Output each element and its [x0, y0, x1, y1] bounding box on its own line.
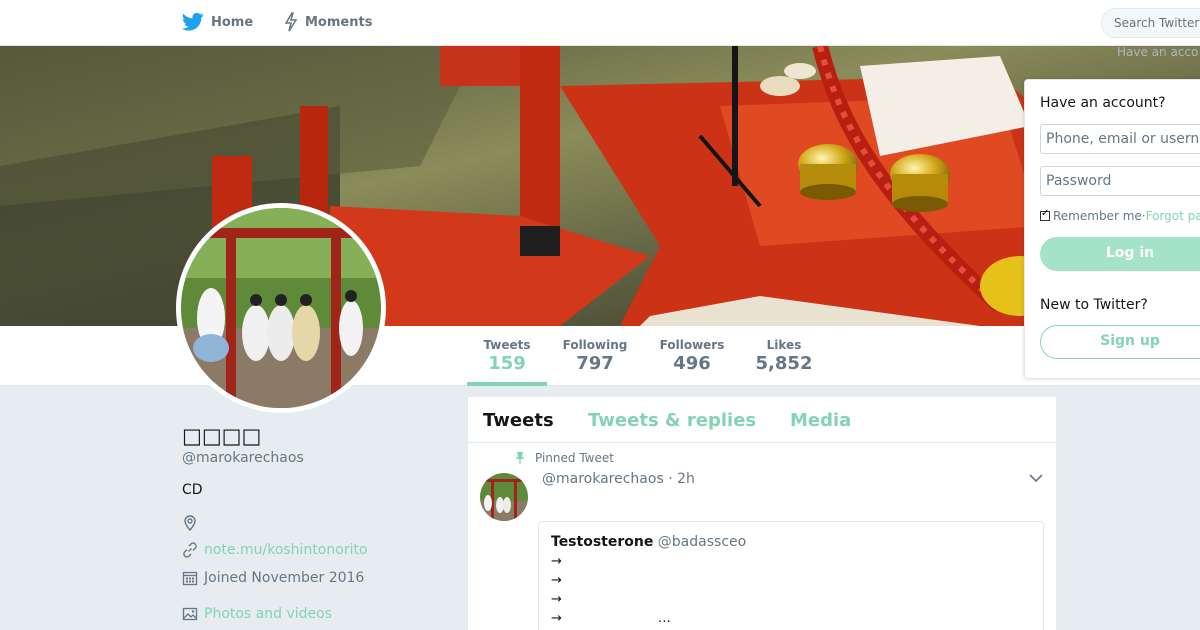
- have-account-hint: Have an acco: [1117, 45, 1199, 59]
- stat-following-value: 797: [576, 353, 614, 374]
- link-icon: [183, 542, 197, 558]
- profile-avatar[interactable]: [176, 203, 386, 413]
- stat-following-label: Following: [562, 338, 628, 352]
- calendar-icon: [182, 571, 198, 586]
- forgot-password-link[interactable]: Forgot password?: [1146, 209, 1200, 223]
- profile-bio: CD: [182, 482, 203, 498]
- quoted-ellipsis: …: [657, 611, 671, 626]
- top-nav: Home Moments Search Twitter: [0, 0, 1200, 46]
- nav-home-label: Home: [211, 14, 254, 30]
- stat-likes[interactable]: Likes 5,852: [744, 338, 824, 374]
- remember-me-row: Remember me · Forgot password?: [1040, 208, 1200, 223]
- tab-tweets-replies[interactable]: Tweets & replies: [588, 410, 756, 431]
- profile-joined-text: Joined November 2016: [204, 570, 365, 586]
- nav-home[interactable]: Home: [182, 12, 253, 32]
- tweet-avatar[interactable]: [480, 473, 528, 521]
- pinned-text: Pinned Tweet: [535, 451, 614, 465]
- twitter-bird-icon: [182, 12, 204, 31]
- tab-tweets[interactable]: Tweets: [483, 410, 554, 431]
- stat-likes-label: Likes: [766, 338, 802, 352]
- photos-videos-link[interactable]: Photos and videos: [204, 606, 332, 622]
- profile-photos[interactable]: Photos and videos: [182, 606, 332, 622]
- profile-link[interactable]: note.mu/koshintonorito: [204, 542, 368, 558]
- stat-tweets-value: 159: [488, 353, 526, 374]
- signup-button[interactable]: Sign up: [1040, 325, 1200, 359]
- login-dropdown: Have an account? Phone, email or usernam…: [1024, 79, 1200, 379]
- new-to-twitter-label: New to Twitter?: [1040, 297, 1148, 313]
- pin-icon: [516, 452, 524, 464]
- tweet-header[interactable]: @marokarechaos · 2h: [542, 471, 695, 487]
- quoted-line: →…: [551, 609, 1031, 628]
- nav-moments[interactable]: Moments: [284, 12, 372, 32]
- password-field[interactable]: Password: [1040, 166, 1200, 196]
- remember-me-checkbox[interactable]: [1040, 208, 1050, 221]
- stat-followers[interactable]: Followers 496: [652, 338, 732, 374]
- quoted-arrow: →: [551, 611, 562, 626]
- image-icon: [182, 607, 198, 621]
- profile-name[interactable]: □□□□: [182, 424, 261, 448]
- timeline-tabs: Tweets Tweets & replies Media: [468, 397, 1056, 443]
- chevron-down-icon[interactable]: [1029, 473, 1043, 483]
- login-button[interactable]: Log in: [1040, 237, 1200, 271]
- profile-handle[interactable]: @marokarechaos: [182, 450, 304, 466]
- quoted-author-name: Testosterone: [551, 534, 654, 550]
- location-icon: [184, 515, 196, 531]
- quoted-author-handle: @badassceo: [657, 534, 747, 550]
- timeline: Tweets Tweets & replies Media Pinned Twe…: [468, 397, 1056, 630]
- profile-location: [182, 515, 204, 531]
- stat-followers-value: 496: [673, 353, 711, 374]
- search-input[interactable]: Search Twitter: [1101, 8, 1200, 38]
- quoted-line: →: [551, 573, 562, 588]
- stat-likes-value: 5,852: [755, 353, 813, 374]
- profile-joined: Joined November 2016: [182, 570, 364, 586]
- stat-tweets[interactable]: Tweets 159: [467, 338, 547, 386]
- profile-website: note.mu/koshintonorito: [182, 542, 368, 558]
- quoted-line: →: [551, 592, 562, 607]
- quoted-tweet-body: → → → →…: [551, 552, 1031, 628]
- remember-me-label[interactable]: Remember me: [1053, 209, 1142, 223]
- quoted-tweet-header: Testosterone @badassceo: [551, 534, 1031, 550]
- stat-followers-label: Followers: [659, 338, 725, 352]
- stat-tweets-label: Tweets: [483, 338, 531, 352]
- nav-moments-label: Moments: [305, 14, 373, 30]
- login-title: Have an account?: [1040, 95, 1166, 111]
- lightning-icon: [284, 12, 298, 32]
- quoted-tweet[interactable]: Testosterone @badassceo → → → →…: [538, 521, 1044, 630]
- quoted-line: →: [551, 554, 562, 569]
- username-field[interactable]: Phone, email or username: [1040, 124, 1200, 154]
- stat-following[interactable]: Following 797: [555, 338, 635, 374]
- tab-media[interactable]: Media: [790, 410, 851, 431]
- pinned-tweet-label: Pinned Tweet: [515, 451, 614, 465]
